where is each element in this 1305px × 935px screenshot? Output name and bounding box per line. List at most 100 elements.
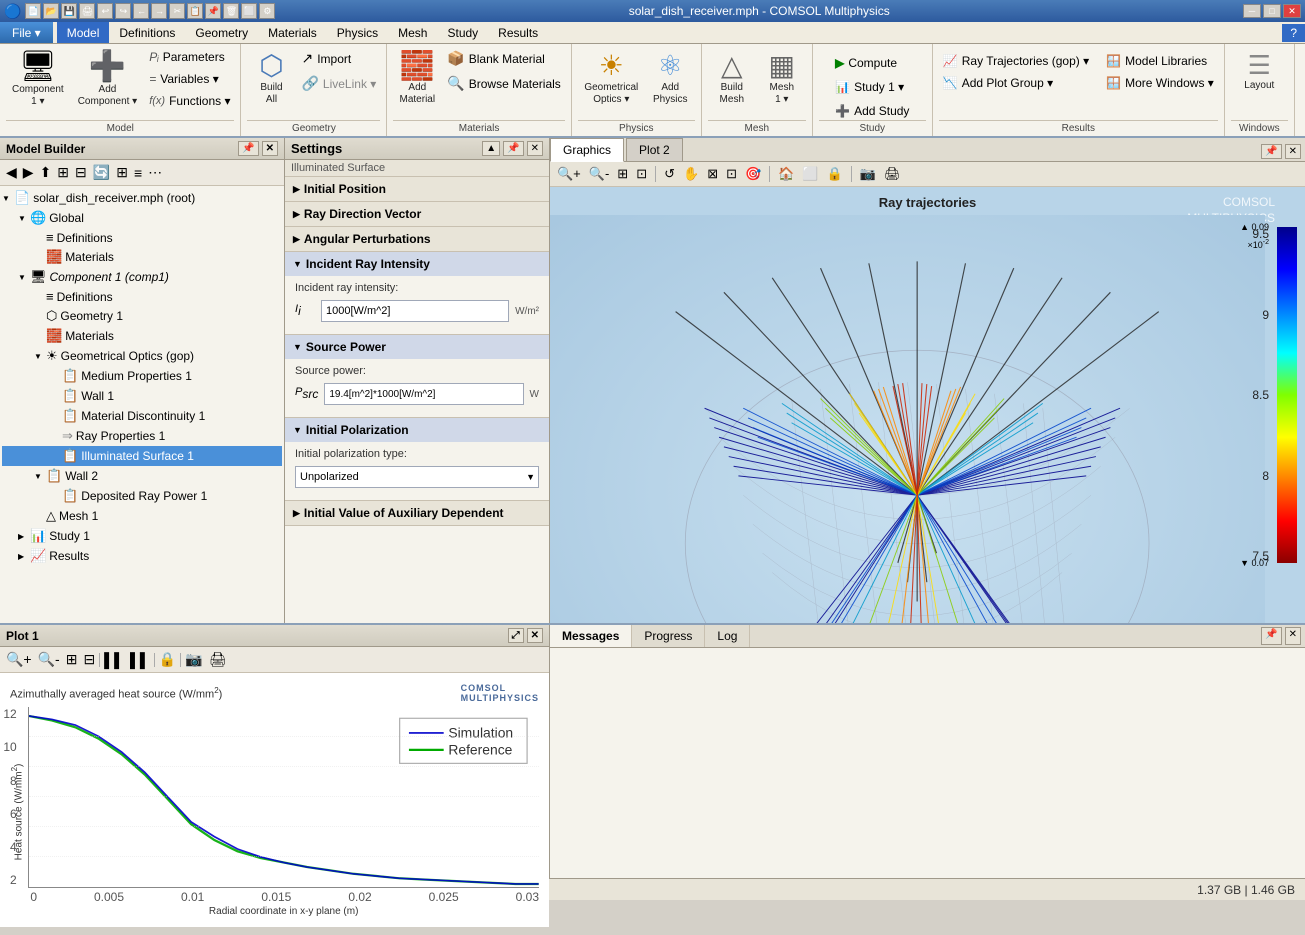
expand-study1[interactable]: ▶ bbox=[18, 532, 30, 541]
add-physics-button[interactable]: ⚛ AddPhysics bbox=[646, 48, 694, 110]
mb-back[interactable]: ◀ bbox=[4, 162, 19, 183]
front-btn[interactable]: ⬜ bbox=[799, 164, 821, 184]
mb-close[interactable]: ✕ bbox=[262, 141, 278, 156]
messages-pin[interactable]: 📌 bbox=[1261, 627, 1281, 645]
plot1-expand[interactable]: ⤢ bbox=[508, 628, 524, 643]
close-button[interactable]: ✕ bbox=[1283, 4, 1301, 18]
menu-physics[interactable]: Physics bbox=[327, 22, 388, 43]
mb-more[interactable]: ⋯ bbox=[146, 162, 164, 183]
snapshot-btn[interactable]: 📷 bbox=[857, 164, 879, 184]
browse-materials-button[interactable]: 🔍 Browse Materials bbox=[443, 73, 564, 94]
plot-bar2[interactable]: ▌▌ bbox=[128, 650, 152, 670]
section-angular-pert-header[interactable]: ▶ Angular Perturbations bbox=[285, 227, 549, 251]
tree-node-medium-props1[interactable]: 📋 Medium Properties 1 bbox=[2, 366, 282, 386]
minimize-button[interactable]: ─ bbox=[1243, 4, 1261, 18]
tree-node-root[interactable]: ▼ 📄 solar_dish_receiver.mph (root) bbox=[2, 188, 282, 208]
menu-geometry[interactable]: Geometry bbox=[185, 22, 258, 43]
tb-fwd[interactable]: → bbox=[151, 3, 167, 19]
plot-bar1[interactable]: ▌▌ bbox=[102, 650, 126, 670]
section-init-aux-header[interactable]: ▶ Initial Value of Auxiliary Dependent bbox=[285, 501, 549, 525]
mesh1-button[interactable]: ▦ Mesh1 ▾ bbox=[758, 48, 806, 110]
menu-materials[interactable]: Materials bbox=[258, 22, 327, 43]
plot-lock[interactable]: 🔒 bbox=[157, 649, 178, 670]
select-y-btn[interactable]: ⊡ bbox=[723, 164, 740, 184]
tb-cut[interactable]: ✂ bbox=[169, 3, 185, 19]
section-incident-ray-header[interactable]: ▼ Incident Ray Intensity bbox=[285, 252, 549, 276]
menu-mesh[interactable]: Mesh bbox=[388, 22, 437, 43]
expand-root[interactable]: ▼ bbox=[2, 194, 14, 203]
tree-node-mesh1[interactable]: △ Mesh 1 bbox=[2, 506, 282, 526]
settings-pin[interactable]: 📌 bbox=[503, 141, 523, 156]
tb-sel[interactable]: ⬜ bbox=[241, 3, 257, 19]
menu-file[interactable]: File ▾ bbox=[0, 22, 53, 43]
livelink-button[interactable]: 🔗 LiveLink ▾ bbox=[297, 73, 380, 94]
tree-node-illum-surf1[interactable]: 📋 Illuminated Surface 1 bbox=[2, 446, 282, 466]
messages-close[interactable]: ✕ bbox=[1285, 627, 1301, 645]
plot-snap[interactable]: 📷 bbox=[183, 649, 204, 670]
expand-results[interactable]: ▶ bbox=[18, 552, 30, 561]
tree-node-comp1[interactable]: ▼ 🖥 Component 1 (comp1) bbox=[2, 267, 282, 287]
mb-pin[interactable]: 📌 bbox=[238, 141, 258, 156]
mb-expand[interactable]: ⊞ bbox=[55, 162, 71, 183]
blank-material-button[interactable]: 📦 Blank Material bbox=[443, 48, 564, 69]
add-material-button[interactable]: 🧱 AddMaterial bbox=[393, 48, 441, 110]
tb-paste[interactable]: 📌 bbox=[205, 3, 221, 19]
tab-graphics[interactable]: Graphics bbox=[550, 138, 624, 162]
tree-node-wall1[interactable]: 📋 Wall 1 bbox=[2, 386, 282, 406]
menu-results[interactable]: Results bbox=[488, 22, 548, 43]
home-btn[interactable]: 🏠 bbox=[775, 164, 797, 184]
parameters-button[interactable]: Pᵢ Parameters bbox=[145, 48, 234, 66]
plot1-close[interactable]: ✕ bbox=[527, 628, 543, 643]
tree-node-results[interactable]: ▶ 📈 Results bbox=[2, 546, 282, 566]
tb-delete[interactable]: 🗑 bbox=[223, 3, 239, 19]
source-power-input[interactable] bbox=[324, 383, 523, 405]
settings-close[interactable]: ✕ bbox=[527, 141, 543, 156]
tab-messages[interactable]: Messages bbox=[550, 625, 632, 647]
tree-node-dep-ray-power1[interactable]: 📋 Deposited Ray Power 1 bbox=[2, 486, 282, 506]
tb-opts[interactable]: ⚙ bbox=[259, 3, 275, 19]
lock-btn[interactable]: 🔒 bbox=[824, 164, 846, 184]
study1-button[interactable]: 📊 Study 1 ▾ bbox=[831, 78, 913, 96]
add-plot-group-button[interactable]: 📉 Add Plot Group ▾ bbox=[939, 74, 1093, 92]
pan-btn[interactable]: ✋ bbox=[680, 164, 702, 184]
expand-gop[interactable]: ▼ bbox=[34, 352, 46, 361]
tab-plot2[interactable]: Plot 2 bbox=[626, 138, 683, 161]
menu-model[interactable]: Model bbox=[57, 22, 110, 43]
tab-log[interactable]: Log bbox=[705, 625, 750, 647]
tree-node-ray-props1[interactable]: ⇒ Ray Properties 1 bbox=[2, 426, 282, 446]
section-source-power-header[interactable]: ▼ Source Power bbox=[285, 335, 549, 359]
menu-help[interactable]: ? bbox=[1282, 24, 1305, 42]
tb-new[interactable]: 📄 bbox=[25, 3, 41, 19]
tree-node-mat-global[interactable]: 🧱 Materials bbox=[2, 247, 282, 267]
zoom-in-btn[interactable]: 🔍+ bbox=[554, 164, 584, 184]
tb-print[interactable]: 🖨 bbox=[79, 3, 95, 19]
tree-node-gop[interactable]: ▼ ☀ Geometrical Optics (gop) bbox=[2, 346, 282, 366]
select-z-btn[interactable]: 🎯 bbox=[742, 164, 764, 184]
build-mesh-button[interactable]: △ BuildMesh bbox=[708, 48, 756, 110]
mb-fwd[interactable]: ▶ bbox=[21, 162, 36, 183]
maximize-button[interactable]: □ bbox=[1263, 4, 1281, 18]
plot-zoom-out[interactable]: 🔍- bbox=[36, 649, 62, 670]
tb-redo[interactable]: ↪ bbox=[115, 3, 131, 19]
compute-button[interactable]: ▶ Compute bbox=[831, 54, 913, 72]
section-initial-pos-header[interactable]: ▶ Initial Position bbox=[285, 177, 549, 201]
tb-back[interactable]: ← bbox=[133, 3, 149, 19]
menu-study[interactable]: Study bbox=[437, 22, 488, 43]
plot-print[interactable]: 🖨 bbox=[207, 649, 229, 670]
mb-collapse[interactable]: ⊟ bbox=[73, 162, 89, 183]
section-init-pol-header[interactable]: ▼ Initial Polarization bbox=[285, 418, 549, 442]
tree-node-mat-disc1[interactable]: 📋 Material Discontinuity 1 bbox=[2, 406, 282, 426]
plot-zoom-box[interactable]: ⊞ bbox=[64, 649, 80, 670]
tb-copy[interactable]: 📋 bbox=[187, 3, 203, 19]
mb-list[interactable]: ≡ bbox=[132, 163, 144, 183]
zoom-extent-btn[interactable]: ⊞ bbox=[614, 164, 631, 184]
tree-node-wall2[interactable]: ▼ 📋 Wall 2 bbox=[2, 466, 282, 486]
mb-refresh[interactable]: 🔄 bbox=[91, 162, 112, 183]
expand-global[interactable]: ▼ bbox=[18, 214, 30, 223]
rotate-btn[interactable]: ↺ bbox=[661, 164, 678, 184]
mb-up[interactable]: ⬆ bbox=[38, 162, 54, 183]
functions-button[interactable]: f(x) Functions ▾ bbox=[145, 92, 234, 110]
init-pol-select[interactable]: Unpolarized Linearly Polarized Circularl… bbox=[295, 466, 539, 488]
settings-up[interactable]: ▲ bbox=[482, 141, 500, 156]
expand-comp1[interactable]: ▼ bbox=[18, 273, 30, 282]
